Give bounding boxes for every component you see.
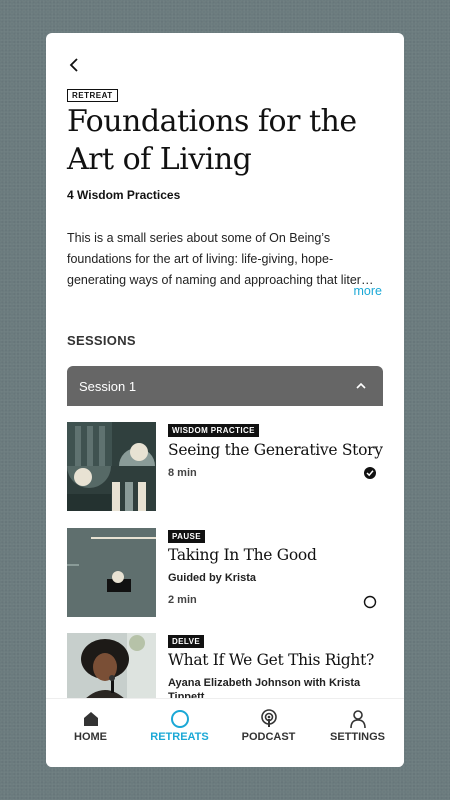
item-subtitle: Guided by Krista: [168, 572, 257, 584]
item-duration: 2 min: [168, 594, 197, 606]
item-title: What If We Get This Right?: [168, 651, 375, 669]
session-label: Session 1: [79, 379, 137, 394]
back-arrow-icon[interactable]: [64, 55, 84, 75]
nav-podcast-label: PODCAST: [241, 731, 296, 743]
nav-home-label: HOME: [74, 731, 107, 743]
item-title: Seeing the Generative Story: [168, 441, 383, 459]
retreat-description: This is a small series about some of On …: [67, 231, 374, 287]
podcast-icon: [260, 709, 277, 727]
nav-home[interactable]: HOME: [46, 699, 135, 767]
nav-retreats[interactable]: RETREATS: [135, 699, 224, 767]
page-title: Foundations for the Art of Living: [67, 104, 357, 177]
person-icon: [349, 710, 366, 729]
item-badge: WISDOM PRACTICE: [168, 424, 259, 437]
more-link[interactable]: more: [354, 284, 382, 298]
empty-circle-icon: [363, 595, 377, 609]
nav-settings[interactable]: SETTINGS: [313, 699, 402, 767]
nav-retreats-label: RETREATS: [150, 731, 209, 743]
retreat-card: RETREAT Foundations for the Art of Livin…: [46, 33, 404, 767]
check-circle-icon: [364, 467, 376, 479]
retreat-tag: RETREAT: [67, 89, 118, 102]
session-item[interactable]: DELVE What If We Get This Right? Ayana E…: [67, 633, 383, 703]
item-badge: PAUSE: [168, 530, 205, 543]
session-item[interactable]: WISDOM PRACTICE Seeing the Generative St…: [67, 422, 383, 514]
practice-count: 4 Wisdom Practices: [67, 188, 181, 202]
session-accordion-header[interactable]: Session 1: [67, 366, 383, 406]
session-item[interactable]: PAUSE Taking In The Good Guided by Krist…: [67, 528, 383, 620]
retreats-circle-icon: [170, 710, 189, 728]
chevron-up-icon: [356, 382, 366, 389]
item-artwork: [67, 528, 156, 617]
item-title: Taking In The Good: [168, 546, 317, 564]
home-icon: [83, 712, 98, 726]
item-badge: DELVE: [168, 635, 205, 648]
nav-settings-label: SETTINGS: [329, 731, 385, 743]
nav-podcast[interactable]: PODCAST: [224, 699, 313, 767]
item-photo: [67, 633, 156, 703]
sessions-heading: SESSIONS: [67, 333, 136, 348]
item-artwork: [67, 422, 156, 511]
item-duration: 8 min: [168, 467, 197, 479]
bottom-nav: HOME RETREATS PODCAST SETTINGS: [46, 698, 404, 767]
